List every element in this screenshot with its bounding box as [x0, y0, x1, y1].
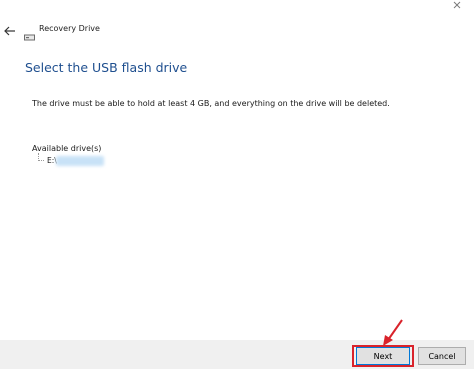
available-drives-label: Available drive(s) [32, 144, 102, 153]
close-icon [453, 1, 461, 9]
drive-list-item[interactable]: E:\ [42, 155, 106, 167]
back-arrow-icon [4, 26, 15, 36]
close-button[interactable] [446, 0, 468, 14]
window-title: Recovery Drive [39, 24, 100, 33]
recovery-drive-window: Recovery Drive Select the USB flash driv… [0, 0, 474, 369]
instruction-text: The drive must be able to hold at least … [32, 99, 390, 108]
drive-icon [24, 26, 35, 41]
drive-name-redacted [56, 156, 104, 166]
cancel-button[interactable]: Cancel [418, 347, 466, 365]
annotation-arrow-icon [383, 319, 403, 346]
back-button[interactable] [3, 23, 17, 37]
title-bar: Recovery Drive [0, 0, 474, 41]
page-title: Select the USB flash drive [25, 60, 188, 75]
next-button[interactable]: Next [356, 347, 410, 365]
